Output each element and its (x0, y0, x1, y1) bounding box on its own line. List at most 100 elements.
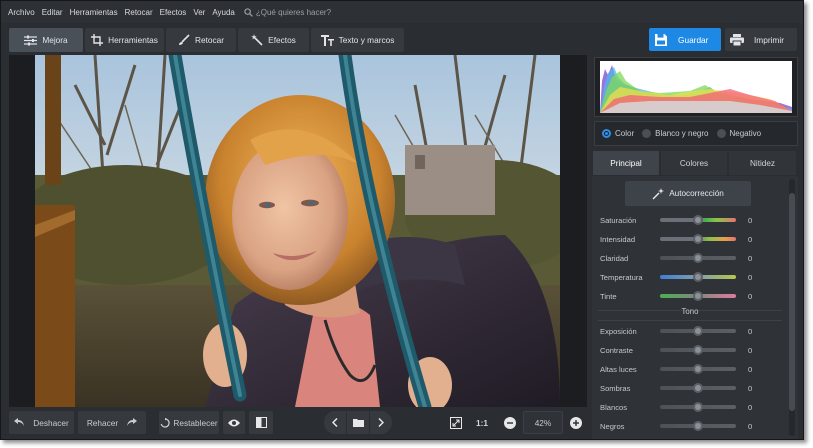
slider-label: Tinte (600, 291, 617, 301)
search-placeholder: ¿Qué quieres hacer? (255, 7, 332, 17)
radio-dot (602, 129, 611, 138)
zoom-in-button[interactable] (567, 411, 585, 434)
reset-button[interactable]: Restablecer (159, 411, 219, 434)
chevron-left-icon (332, 418, 338, 427)
slider-label: Temperatura (600, 272, 643, 282)
compare-button[interactable] (249, 411, 273, 434)
slider-handle[interactable] (693, 253, 703, 263)
redo-button[interactable]: Rehacer (78, 411, 146, 434)
autocorrect-label: Autocorrección (669, 189, 724, 198)
search-icon (244, 7, 253, 17)
slider-value: 0 (748, 421, 753, 431)
slider-handle[interactable] (693, 421, 703, 431)
image-canvas[interactable] (9, 55, 587, 407)
slider-handle[interactable] (693, 272, 703, 282)
slider-label: Negros (600, 421, 625, 431)
slider-value: 0 (748, 383, 753, 393)
tab-label: Mejora (42, 35, 68, 45)
scrollbar-thumb[interactable] (789, 193, 795, 411)
undo-button[interactable]: Deshacer (9, 411, 74, 434)
slider-value: 0 (748, 402, 753, 412)
actual-size-button[interactable]: 1:1 (471, 411, 493, 434)
color-mode-group: Color Blanco y negro Negativo (594, 121, 798, 146)
minus-circle-icon (504, 416, 516, 429)
slider-handle[interactable] (693, 215, 703, 225)
save-button[interactable]: Guardar (649, 28, 721, 51)
undo-label: Deshacer (33, 417, 69, 428)
tab-colores[interactable]: Colores (661, 151, 727, 175)
menu-herramientas[interactable]: Herramientas (70, 8, 118, 17)
search-box[interactable]: ¿Qué quieres hacer? (244, 8, 331, 17)
slider-negros: Negros 0 (592, 419, 788, 433)
slider-handle[interactable] (693, 383, 703, 393)
principal-panel: Autocorrección Saturación 0 Intensidad 0… (592, 176, 798, 439)
slider-value: 0 (748, 291, 753, 301)
adjustments-panel: Color Blanco y negro Negativo Principal … (592, 55, 802, 439)
slider-value: 0 (748, 345, 753, 355)
slider-value: 0 (748, 215, 753, 225)
crop-icon (91, 34, 104, 46)
slider-handle[interactable] (693, 345, 703, 355)
slider-temperatura: Temperatura 0 (592, 270, 788, 284)
slider-sombras: Sombras 0 (592, 381, 788, 395)
radio-dot (642, 129, 652, 138)
photo-image (35, 55, 560, 407)
text-icon (320, 34, 334, 46)
menu-ver[interactable]: Ver (193, 8, 205, 17)
slider-label: Blancos (600, 402, 628, 412)
zoom-level-field[interactable]: 42% (523, 411, 563, 434)
slider-handle[interactable] (693, 402, 703, 412)
tab-label: Retocar (194, 35, 225, 45)
tab-principal[interactable]: Principal (593, 151, 659, 175)
menu-efectos[interactable]: Efectos (160, 8, 187, 17)
slider-intensidad: Intensidad 0 (592, 232, 788, 246)
printer-icon (730, 33, 744, 46)
slider-handle[interactable] (693, 364, 703, 374)
slider-handle[interactable] (693, 234, 703, 244)
tab-mejora[interactable]: Mejora (9, 28, 83, 52)
tab-herramientas[interactable]: Herramientas (85, 28, 164, 52)
slider-label: Sombras (600, 383, 631, 393)
magic-wand-icon (251, 34, 263, 46)
plus-circle-icon (570, 416, 582, 429)
slider-claridad: Claridad 0 (592, 251, 788, 265)
preview-button[interactable] (223, 411, 245, 434)
radio-blanco-y-negro[interactable]: Blanco y negro (642, 129, 709, 138)
floppy-disk-icon (655, 33, 667, 46)
radio-label: Blanco y negro (655, 129, 709, 138)
print-button[interactable]: Imprimir (725, 28, 797, 51)
radio-negativo[interactable]: Negativo (716, 129, 762, 138)
menu-bar: Archivo Editar Herramientas Retocar Efec… (1, 1, 803, 23)
radio-label: Negativo (729, 129, 762, 138)
panel-scrollbar[interactable] (789, 179, 795, 436)
menu-retocar[interactable]: Retocar (125, 8, 153, 17)
toolbar-tabs: Mejora Herramientas Retocar Efectos Text… (1, 25, 803, 53)
radio-color[interactable]: Color (602, 129, 634, 138)
slider-value: 0 (748, 272, 753, 282)
menu-archivo[interactable]: Archivo (8, 8, 35, 17)
tab-texto-y-marcos[interactable]: Texto y marcos (311, 28, 404, 52)
open-folder-button[interactable] (347, 411, 369, 434)
print-label: Imprimir (754, 34, 784, 45)
tab-efectos[interactable]: Efectos (238, 28, 309, 52)
menu-ayuda[interactable]: Ayuda (212, 8, 235, 17)
next-button[interactable] (370, 411, 392, 434)
fit-to-screen-button[interactable] (447, 411, 465, 434)
sliders-icon (24, 35, 38, 45)
app-window: Archivo Editar Herramientas Retocar Efec… (0, 0, 804, 440)
autocorrect-button[interactable]: Autocorrección (625, 181, 751, 206)
histogram-graph (600, 61, 792, 113)
previous-button[interactable] (324, 411, 346, 434)
slider-handle[interactable] (693, 326, 703, 336)
tab-retocar[interactable]: Retocar (166, 28, 236, 52)
slider-handle[interactable] (693, 291, 703, 301)
brush-icon (178, 34, 190, 45)
zoom-out-button[interactable] (501, 411, 519, 434)
slider-tinte: Tinte 0 (592, 289, 788, 303)
menu-editar[interactable]: Editar (42, 8, 63, 17)
slider-value: 0 (748, 364, 753, 374)
tab-label: Texto y marcos (338, 35, 395, 45)
save-label: Guardar (678, 34, 709, 45)
tab-nitidez[interactable]: Nitidez (729, 151, 796, 175)
slider-blancos: Blancos 0 (592, 400, 788, 414)
